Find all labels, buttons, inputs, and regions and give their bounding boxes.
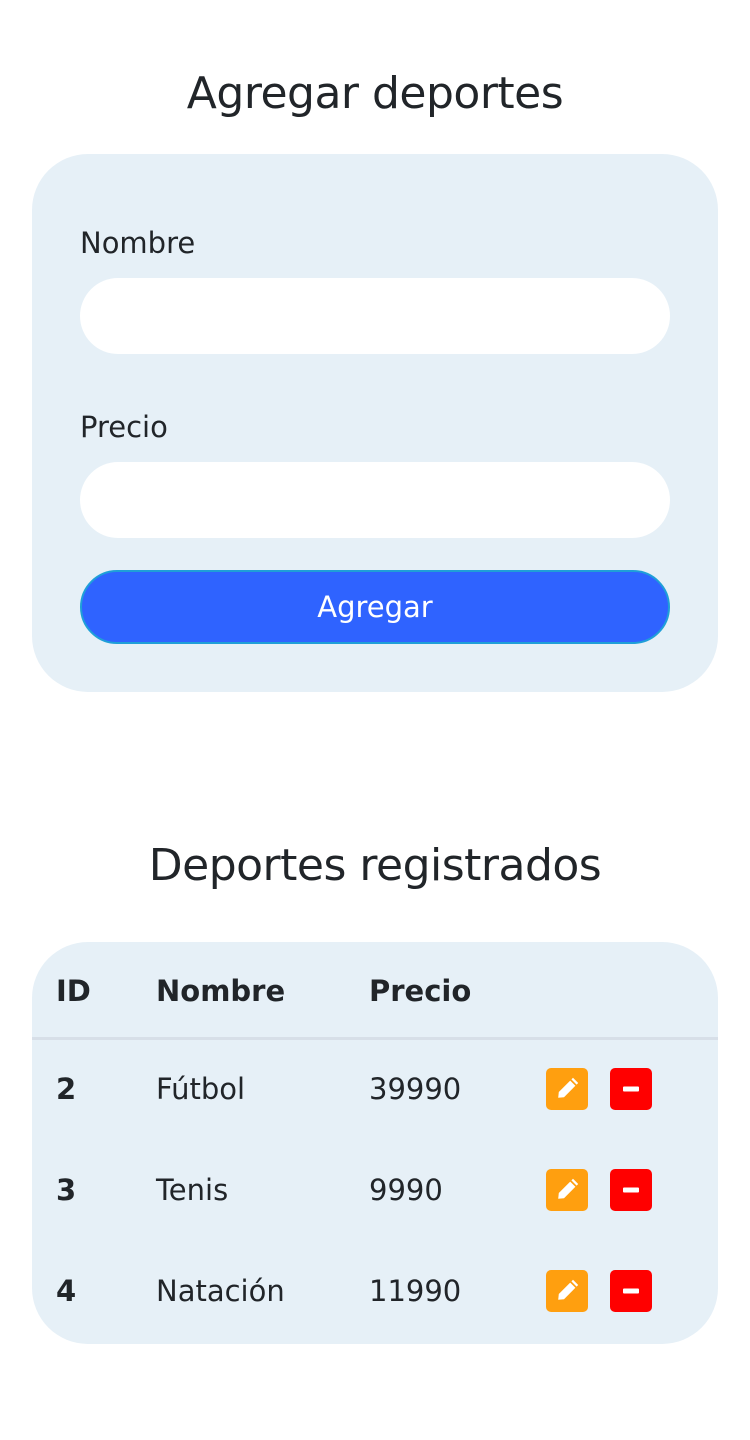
pencil-icon [558,1279,579,1300]
nombre-label: Nombre [80,226,196,260]
sports-table: ID Nombre Precio 2 Fútbol 39990 3 Tenis … [32,942,718,1344]
minus-icon [623,1288,639,1294]
header-nombre: Nombre [156,974,286,1008]
table-row: 3 Tenis 9990 [32,1141,718,1242]
pencil-icon [558,1178,579,1199]
pencil-icon [558,1077,579,1098]
table-row: 4 Natación 11990 [32,1242,718,1343]
cell-nombre: Tenis [156,1173,229,1207]
list-title: Deportes registrados [148,840,602,891]
cell-precio: 39990 [369,1072,462,1106]
cell-precio: 11990 [369,1274,462,1308]
table-row: 2 Fútbol 39990 [32,1040,718,1141]
add-sport-form: Nombre Precio Agregar [32,154,718,692]
cell-precio: 9990 [369,1173,443,1207]
cell-id: 3 [56,1173,77,1207]
cell-nombre: Natación [156,1274,285,1308]
edit-button[interactable] [546,1270,588,1312]
cell-id: 2 [56,1072,77,1106]
delete-button[interactable] [610,1169,652,1211]
nombre-input[interactable] [80,278,670,354]
precio-label: Precio [80,410,168,444]
edit-button[interactable] [546,1068,588,1110]
minus-icon [623,1086,639,1092]
edit-button[interactable] [546,1169,588,1211]
form-title: Agregar deportes [186,68,564,119]
agregar-button[interactable]: Agregar [80,570,670,644]
delete-button[interactable] [610,1270,652,1312]
cell-id: 4 [56,1274,77,1308]
table-header: ID Nombre Precio [32,942,718,1040]
header-id: ID [56,974,91,1008]
cell-nombre: Fútbol [156,1072,246,1106]
precio-input[interactable] [80,462,670,538]
delete-button[interactable] [610,1068,652,1110]
header-precio: Precio [369,974,472,1008]
minus-icon [623,1187,639,1193]
